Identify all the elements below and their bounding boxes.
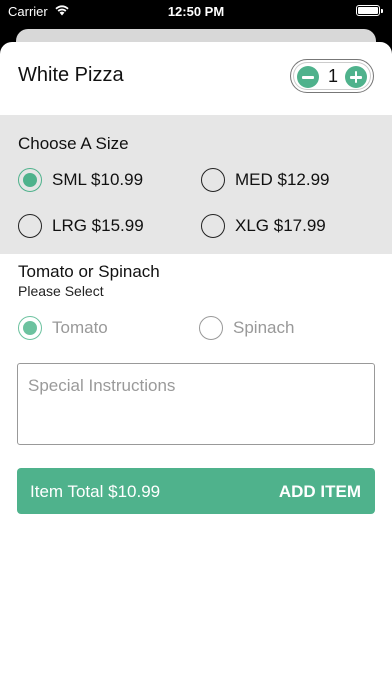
topping-option-label: Tomato bbox=[52, 318, 108, 337]
size-section-title: Choose A Size bbox=[18, 134, 129, 153]
topping-section-title: Tomato or Spinach bbox=[18, 262, 160, 281]
topping-section-subtitle: Please Select bbox=[18, 283, 104, 299]
size-option-label: MED $12.99 bbox=[235, 170, 330, 189]
item-total-label: Item Total $10.99 bbox=[30, 482, 161, 501]
size-option-label: XLG $17.99 bbox=[235, 216, 326, 235]
radio-unselected-icon[interactable] bbox=[18, 214, 42, 238]
battery-icon bbox=[356, 5, 383, 16]
special-instructions-field[interactable] bbox=[17, 363, 375, 445]
item-title: White Pizza bbox=[18, 64, 124, 86]
size-option-label: LRG $15.99 bbox=[52, 216, 144, 235]
radio-unselected-icon[interactable] bbox=[199, 316, 223, 340]
size-option-label: SML $10.99 bbox=[52, 170, 144, 189]
add-item-label: ADD ITEM bbox=[278, 482, 361, 501]
item-sheet: White Pizza 1 Choose A Size SML $10.99 M… bbox=[0, 42, 392, 696]
status-time: 12:50 PM bbox=[167, 4, 225, 19]
plus-circle-icon[interactable] bbox=[345, 66, 367, 88]
radio-unselected-icon[interactable] bbox=[201, 214, 225, 238]
battery-fill bbox=[358, 7, 378, 14]
radio-selected-icon[interactable] bbox=[18, 168, 42, 192]
item-header: White Pizza 1 bbox=[0, 42, 392, 115]
radio-unselected-icon[interactable] bbox=[201, 168, 225, 192]
size-section: Choose A Size SML $10.99 MED $12.99 LRG … bbox=[0, 115, 392, 254]
topping-option-label: Spinach bbox=[233, 318, 295, 337]
quantity-stepper: 1 bbox=[290, 59, 374, 93]
topping-section: Tomato or Spinach Please Select Tomato S… bbox=[0, 254, 392, 354]
add-item-button[interactable]: Item Total $10.99 ADD ITEM bbox=[17, 468, 375, 514]
status-bar: Carrier 12:50 PM bbox=[0, 0, 392, 22]
radio-selected-icon[interactable] bbox=[18, 316, 42, 340]
